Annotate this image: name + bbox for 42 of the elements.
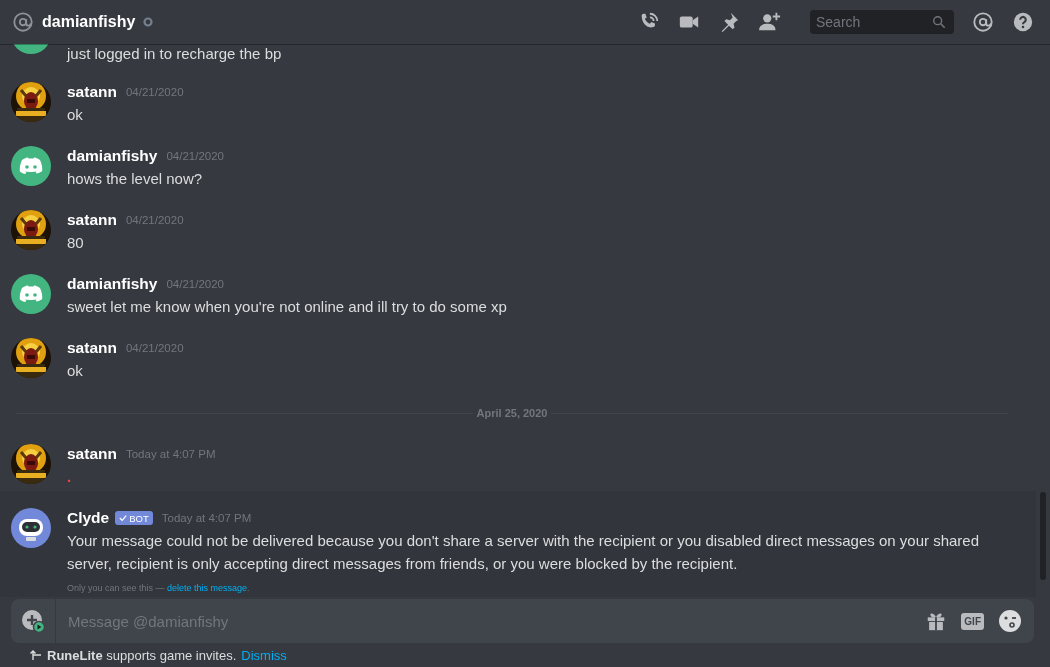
invite-notice-text: RuneLite supports game invites.	[47, 647, 237, 663]
dismiss-link[interactable]: Dismiss	[241, 647, 287, 663]
bot-badge: BOT	[115, 511, 153, 525]
author-name[interactable]: damianfishy	[67, 275, 158, 293]
author-name[interactable]: satann	[67, 339, 117, 357]
status-icon	[143, 17, 154, 27]
date-divider: April 25, 2020	[475, 407, 549, 419]
timestamp: 04/21/2020	[166, 150, 224, 162]
author-name[interactable]: satann	[67, 83, 117, 101]
message-text: ok	[67, 106, 83, 123]
message-text: just logged in to recharge the bp	[67, 44, 282, 64]
emoji-icon[interactable]	[998, 609, 1022, 633]
upload-icon[interactable]	[21, 609, 45, 633]
mention-icon[interactable]	[972, 11, 994, 33]
author-name[interactable]: satann	[67, 211, 117, 229]
search-field[interactable]: Search	[810, 10, 954, 34]
channel-name: damianfishy	[42, 13, 136, 31]
timestamp: 04/21/2020	[125, 86, 184, 98]
help-icon[interactable]	[1012, 11, 1034, 33]
message-text: Your message could not be delivered because you don't share a server with the recipient or you disabled direct messages on your shared server, recipient is only accepting direct messages from friends, or you were blocked by the recipient.	[67, 532, 979, 572]
search-icon	[932, 15, 946, 29]
author-name[interactable]: Clyde	[67, 509, 110, 527]
timestamp: Today at 4:07 PM	[161, 512, 252, 524]
message-text: hows the level now?	[67, 170, 203, 187]
add-friend-icon[interactable]	[758, 11, 782, 33]
mention-icon	[12, 11, 34, 33]
default-avatar-icon	[11, 274, 51, 314]
timestamp: 04/21/2020	[166, 278, 224, 290]
message-text: ok	[67, 362, 83, 379]
message-text: 80	[67, 234, 84, 251]
default-avatar-icon	[11, 146, 51, 186]
timestamp: 04/21/2020	[125, 342, 184, 354]
robot-avatar-icon	[11, 508, 51, 548]
return-arrow-icon	[30, 649, 42, 661]
author-name[interactable]: satann	[67, 445, 117, 463]
timestamp: 04/21/2020	[125, 214, 184, 226]
message-text: .	[67, 468, 72, 485]
gif-button[interactable]: GIF	[961, 612, 984, 630]
author-name[interactable]: damianfishy	[67, 147, 158, 165]
message-text: sweet let me know when you're not online and ill try to do some xp	[67, 298, 507, 315]
scrollbar-thumb[interactable]	[1040, 492, 1046, 580]
timestamp: Today at 4:07 PM	[125, 448, 216, 460]
